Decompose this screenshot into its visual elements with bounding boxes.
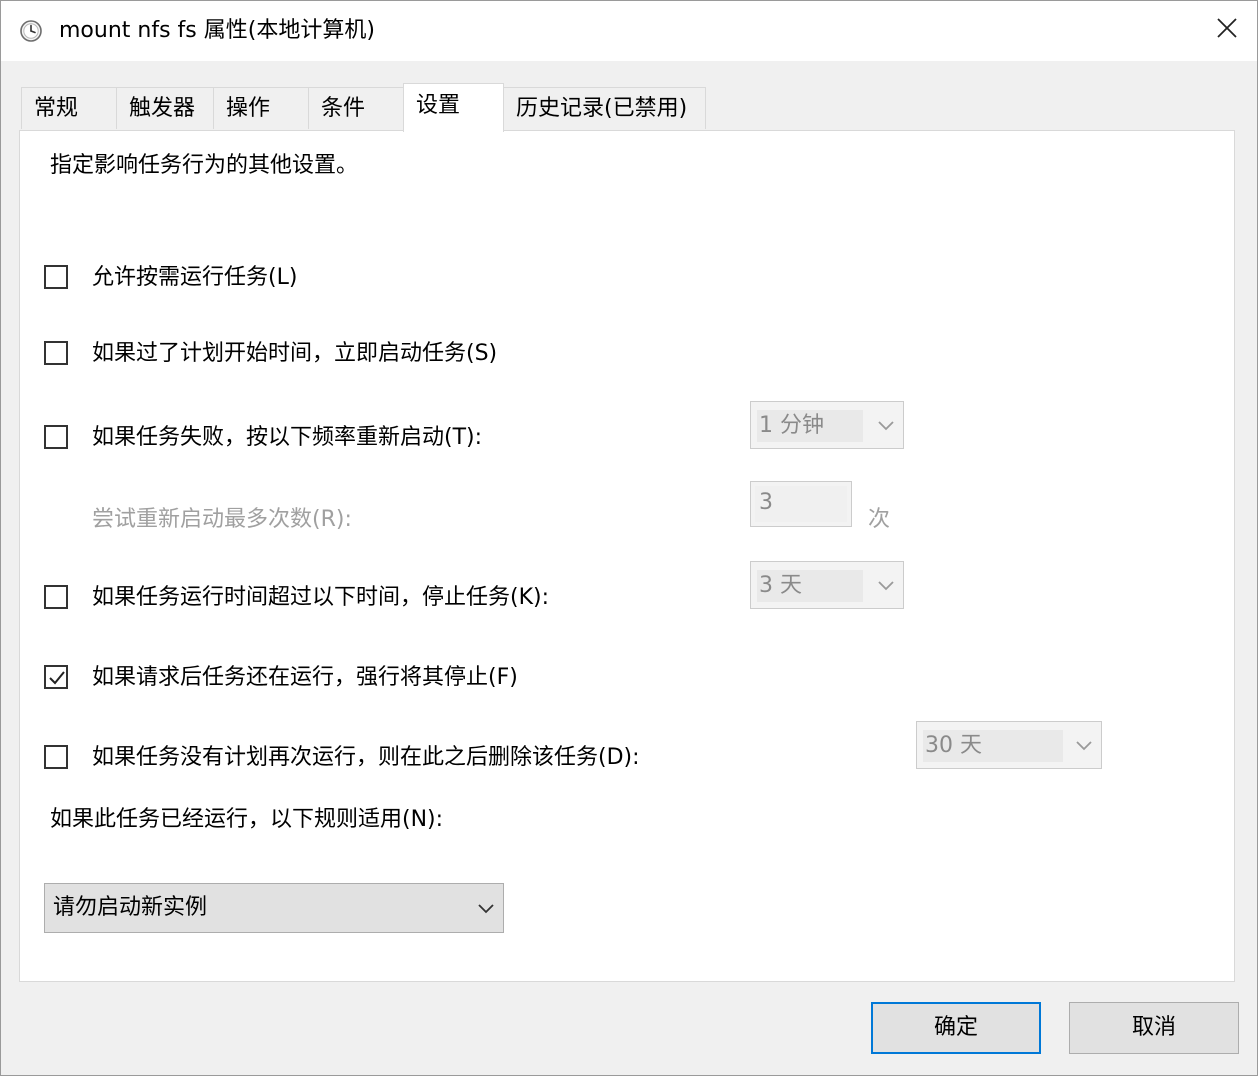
run-if-missed-checkbox[interactable] [44,341,68,365]
restart-on-fail-checkbox[interactable] [44,425,68,449]
settings-description: 指定影响任务行为的其他设置。 [50,153,359,178]
restart-attempts-unit: 次 [868,507,891,532]
settings-panel: 指定影响任务行为的其他设置。 允许按需运行任务(L) 如果过了计划开始时间，立即… [19,130,1235,982]
chevron-down-icon [877,577,895,596]
delete-task-label[interactable]: 如果任务没有计划再次运行，则在此之后删除该任务(D): [92,743,640,773]
tab-history[interactable]: 历史记录(已禁用) [503,87,706,129]
delete-duration-select[interactable]: 30 天 [916,721,1102,769]
running-rule-label: 如果此任务已经运行，以下规则适用(N): [50,807,444,832]
close-button[interactable] [1197,1,1257,59]
tab-settings[interactable]: 设置 [403,83,504,132]
restart-attempts-label: 尝试重新启动最多次数(R): [92,507,352,532]
running-rule-select[interactable]: 请勿启动新实例 [44,883,504,933]
chevron-down-icon [1075,737,1093,756]
force-stop-checkbox[interactable] [44,665,68,689]
chevron-down-icon [477,900,495,919]
run-if-missed-label[interactable]: 如果过了计划开始时间，立即启动任务(S) [92,339,497,369]
title-bar: mount nfs fs 属性(本地计算机) [1,1,1257,61]
tab-general[interactable]: 常规 [21,87,117,129]
tab-actions[interactable]: 操作 [213,87,309,129]
stop-duration-select[interactable]: 3 天 [750,561,904,609]
stop-if-longer-checkbox[interactable] [44,585,68,609]
stop-duration-value: 3 天 [757,570,863,602]
allow-on-demand-checkbox[interactable] [44,265,68,289]
force-stop-label[interactable]: 如果请求后任务还在运行，强行将其停止(F) [92,663,518,693]
close-icon [1216,17,1238,43]
window-title: mount nfs fs 属性(本地计算机) [59,18,375,43]
task-properties-dialog: mount nfs fs 属性(本地计算机) 常规 触发器 操作 条件 设置 历… [0,0,1258,1076]
restart-interval-value: 1 分钟 [757,410,863,442]
restart-on-fail-label[interactable]: 如果任务失败，按以下频率重新启动(T): [92,423,482,453]
cancel-button[interactable]: 取消 [1069,1002,1239,1054]
restart-interval-select[interactable]: 1 分钟 [750,401,904,449]
ok-button[interactable]: 确定 [871,1002,1041,1054]
restart-attempts-input[interactable]: 3 [750,481,852,527]
running-rule-value: 请勿启动新实例 [53,895,208,920]
chevron-down-icon [877,417,895,436]
checkmark-icon [49,671,65,685]
delete-task-checkbox[interactable] [44,745,68,769]
tab-triggers[interactable]: 触发器 [116,87,214,129]
allow-on-demand-label[interactable]: 允许按需运行任务(L) [92,263,297,293]
clock-icon [19,19,43,43]
restart-attempts-value: 3 [755,486,847,522]
tab-conditions[interactable]: 条件 [308,87,404,129]
delete-duration-value: 30 天 [923,730,1063,762]
stop-if-longer-label[interactable]: 如果任务运行时间超过以下时间，停止任务(K): [92,583,549,613]
